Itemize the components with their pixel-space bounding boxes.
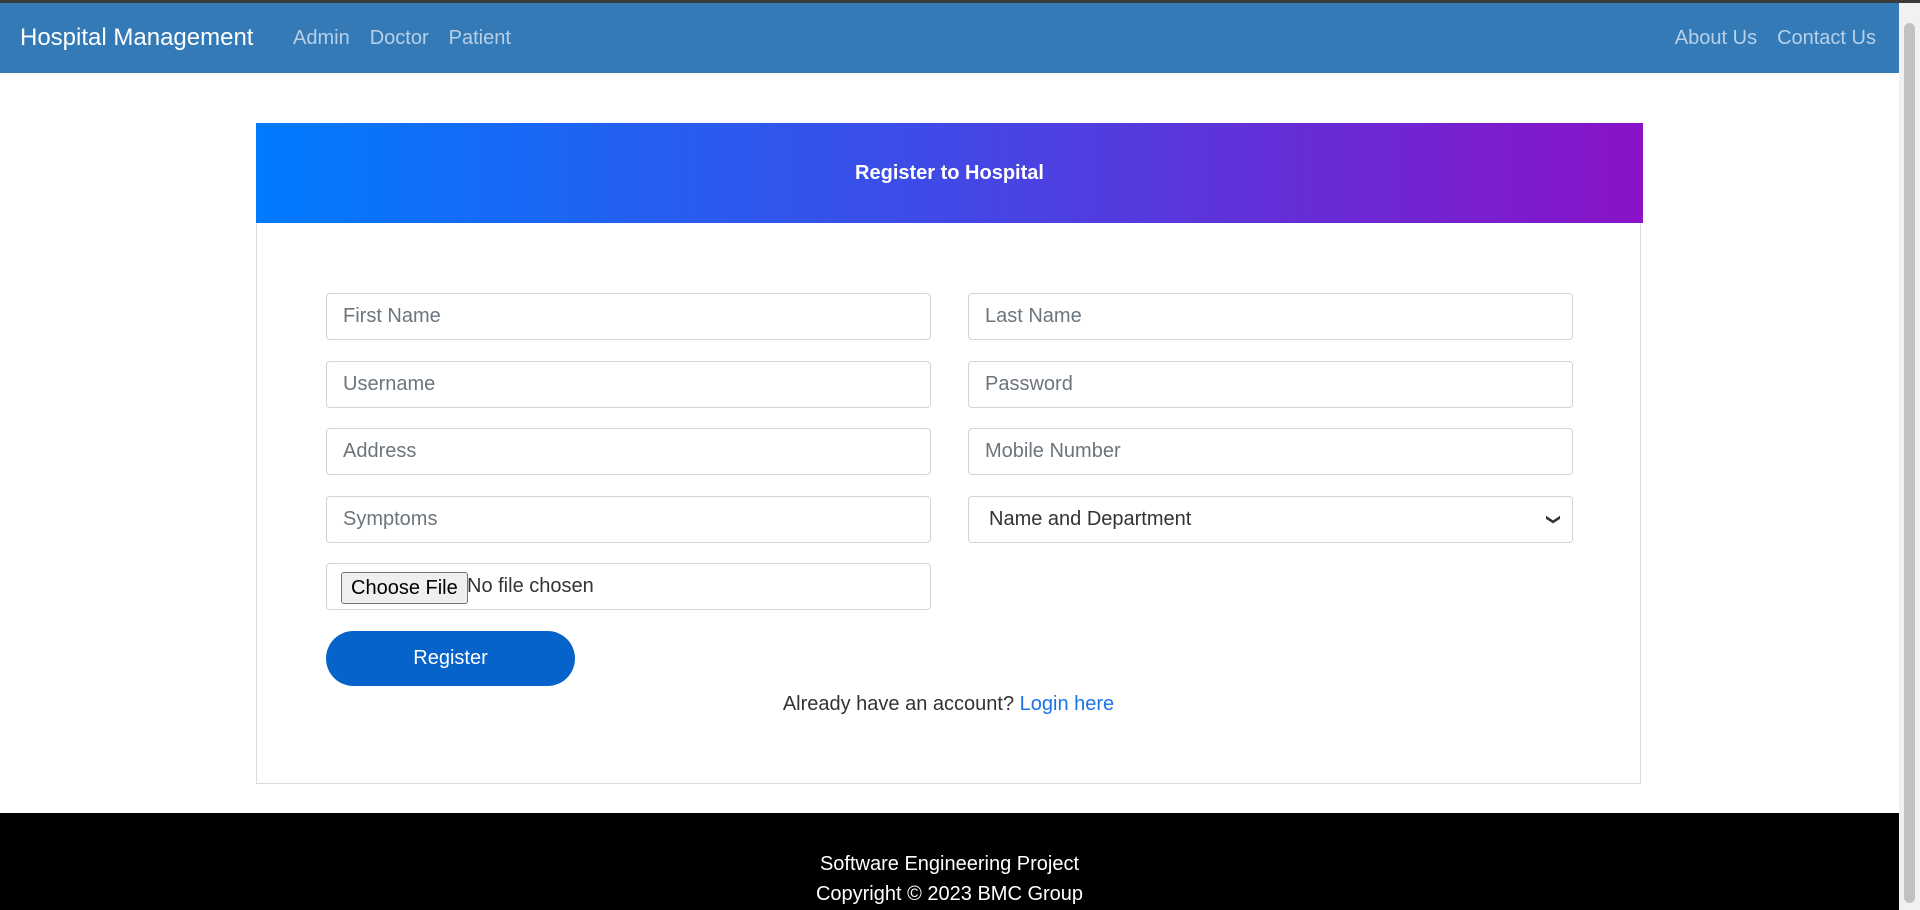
nav-left-links: Admin Doctor Patient [293,3,521,73]
chevron-down-icon: ❯ [1546,513,1563,526]
address-input[interactable] [326,428,931,475]
file-status-text: No file chosen [467,575,594,597]
footer-project-text: Software Engineering Project [819,853,1080,875]
password-input[interactable] [968,361,1573,408]
doctor-department-select[interactable]: Name and Department ❯ [968,496,1573,543]
login-prompt: Already have an account? Login here [257,689,1640,719]
doctor-department-select-value: Name and Department [989,508,1192,530]
register-card-header: Register to Hospital [256,123,1643,223]
page-scrollbar[interactable] [1899,3,1920,910]
first-name-input[interactable] [326,293,931,340]
brand-logo[interactable]: Hospital Management [20,3,253,73]
register-button[interactable]: Register [326,631,575,686]
footer: Software Engineering Project Copyright ©… [0,813,1899,910]
symptoms-input[interactable] [326,496,931,543]
choose-file-button[interactable]: Choose File [341,572,468,604]
last-name-input[interactable] [968,293,1573,340]
account-prompt-text: Already have an account? [782,693,1015,715]
navbar: Hospital Management Admin Doctor Patient… [0,3,1899,73]
register-title: Register to Hospital [855,161,1044,184]
nav-right-links: About Us Contact Us [1665,3,1876,73]
login-here-link[interactable]: Login here [1020,693,1115,715]
register-card: Register to Hospital Name and Department… [256,123,1643,784]
nav-link-patient[interactable]: Patient [439,3,521,73]
nav-link-contact-us[interactable]: Contact Us [1767,3,1876,73]
nav-link-admin[interactable]: Admin [293,3,360,73]
file-upload-field: Choose File No file chosen [326,563,931,610]
scrollbar-thumb[interactable] [1904,23,1915,903]
nav-link-doctor[interactable]: Doctor [360,3,439,73]
mobile-number-input[interactable] [968,428,1573,475]
username-input[interactable] [326,361,931,408]
nav-link-about-us[interactable]: About Us [1665,3,1767,73]
footer-copyright-text: Copyright © 2023 BMC Group [815,883,1084,905]
